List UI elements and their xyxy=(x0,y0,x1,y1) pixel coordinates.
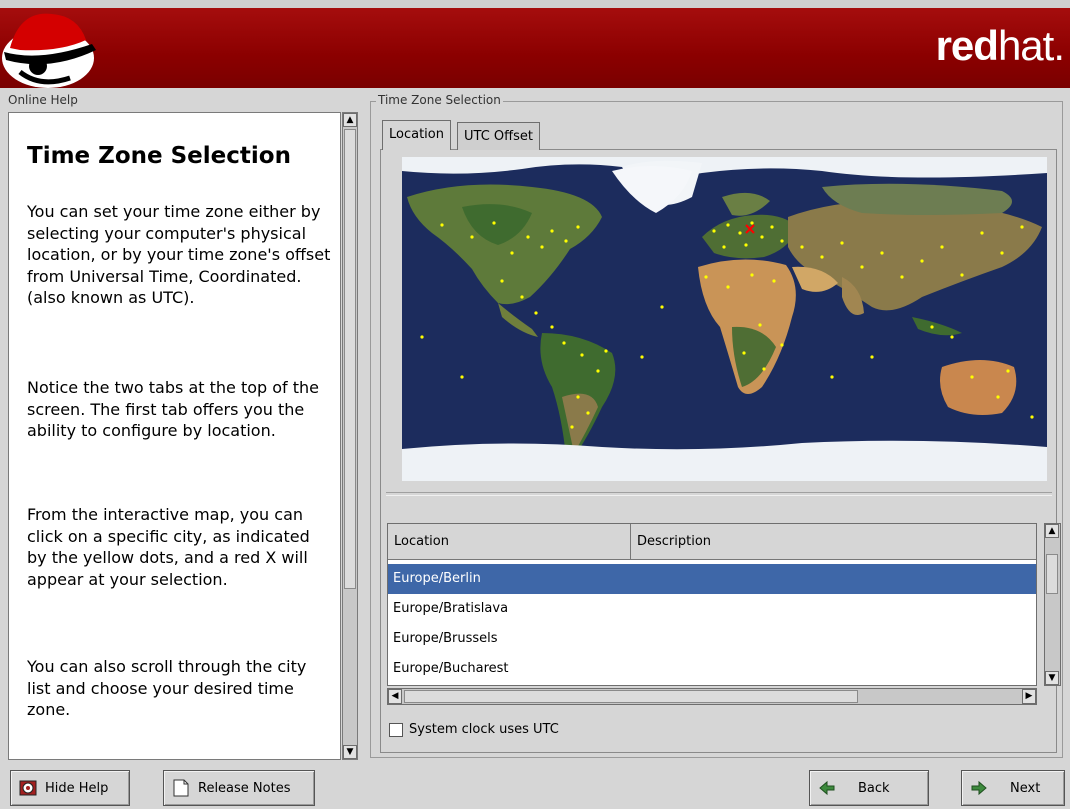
document-icon xyxy=(173,779,189,797)
release-notes-label: Release Notes xyxy=(198,780,291,796)
help-scrollbar[interactable]: ▲ ▼ xyxy=(342,112,358,760)
utc-checkbox-row[interactable]: System clock uses UTC xyxy=(389,719,559,741)
scroll-left-arrow-icon[interactable]: ◀ xyxy=(388,689,402,704)
list-item[interactable]: Europe/Berlin xyxy=(388,564,1036,594)
scroll-up-arrow-icon[interactable]: ▲ xyxy=(1045,524,1059,538)
top-strip xyxy=(0,0,1070,8)
header: redhat. xyxy=(0,0,1070,88)
next-arrow-icon xyxy=(971,780,987,796)
scroll-up-arrow-icon[interactable]: ▲ xyxy=(343,113,357,127)
tab-utc-offset[interactable]: UTC Offset xyxy=(457,122,540,150)
help-title: Time Zone Selection xyxy=(27,143,291,169)
help-paragraph-3: From the interactive map, you can click … xyxy=(27,505,310,589)
help-paragraph-4: You can also scroll through the city lis… xyxy=(27,657,307,719)
help-paragraph-2: Notice the two tabs at the top of the sc… xyxy=(27,378,320,440)
online-help-pane: Time Zone Selection You can set your tim… xyxy=(8,112,341,760)
column-header-location[interactable]: Location xyxy=(388,524,631,560)
shadowman-logo-icon xyxy=(2,13,96,88)
hide-help-label: Hide Help xyxy=(45,780,109,796)
help-paragraph-1: You can set your time zone either by sel… xyxy=(27,202,331,307)
scroll-down-arrow-icon[interactable]: ▼ xyxy=(1045,671,1059,685)
list-horizontal-scrollbar[interactable]: ◀ ▶ xyxy=(387,688,1037,705)
online-help-label: Online Help xyxy=(8,93,78,107)
next-button[interactable]: Next xyxy=(961,770,1065,806)
back-button[interactable]: Back xyxy=(809,770,929,806)
help-scroll-thumb[interactable] xyxy=(344,129,356,589)
list-vertical-scrollbar[interactable]: ▲ ▼ xyxy=(1044,523,1061,686)
separator xyxy=(386,492,1052,496)
world-map[interactable] xyxy=(402,157,1047,481)
list-item[interactable]: Europe/Bratislava xyxy=(388,594,1036,624)
scroll-down-arrow-icon[interactable]: ▼ xyxy=(343,745,357,759)
list-item[interactable]: Europe/Bucharest xyxy=(388,654,1036,684)
scroll-right-arrow-icon[interactable]: ▶ xyxy=(1022,689,1036,704)
list-hscroll-thumb[interactable] xyxy=(404,690,858,703)
location-list[interactable]: Location Description Europe/Berlin Europ… xyxy=(387,523,1037,686)
release-notes-button[interactable]: Release Notes xyxy=(163,770,315,806)
back-label: Back xyxy=(858,780,890,796)
header-banner xyxy=(0,8,1070,88)
utc-checkbox[interactable] xyxy=(389,722,403,737)
column-header-description[interactable]: Description xyxy=(631,524,1036,560)
time-zone-section-label: Time Zone Selection xyxy=(376,93,503,107)
list-vscroll-thumb[interactable] xyxy=(1046,554,1058,594)
hide-help-button[interactable]: Hide Help xyxy=(10,770,130,806)
list-item[interactable]: Europe/Brussels xyxy=(388,624,1036,654)
help-book-icon xyxy=(19,780,37,796)
redhat-wordmark: redhat. xyxy=(935,22,1065,69)
back-arrow-icon xyxy=(819,780,835,796)
utc-checkbox-label: System clock uses UTC xyxy=(409,722,559,737)
tab-location[interactable]: Location xyxy=(382,120,451,150)
next-label: Next xyxy=(1010,780,1041,796)
